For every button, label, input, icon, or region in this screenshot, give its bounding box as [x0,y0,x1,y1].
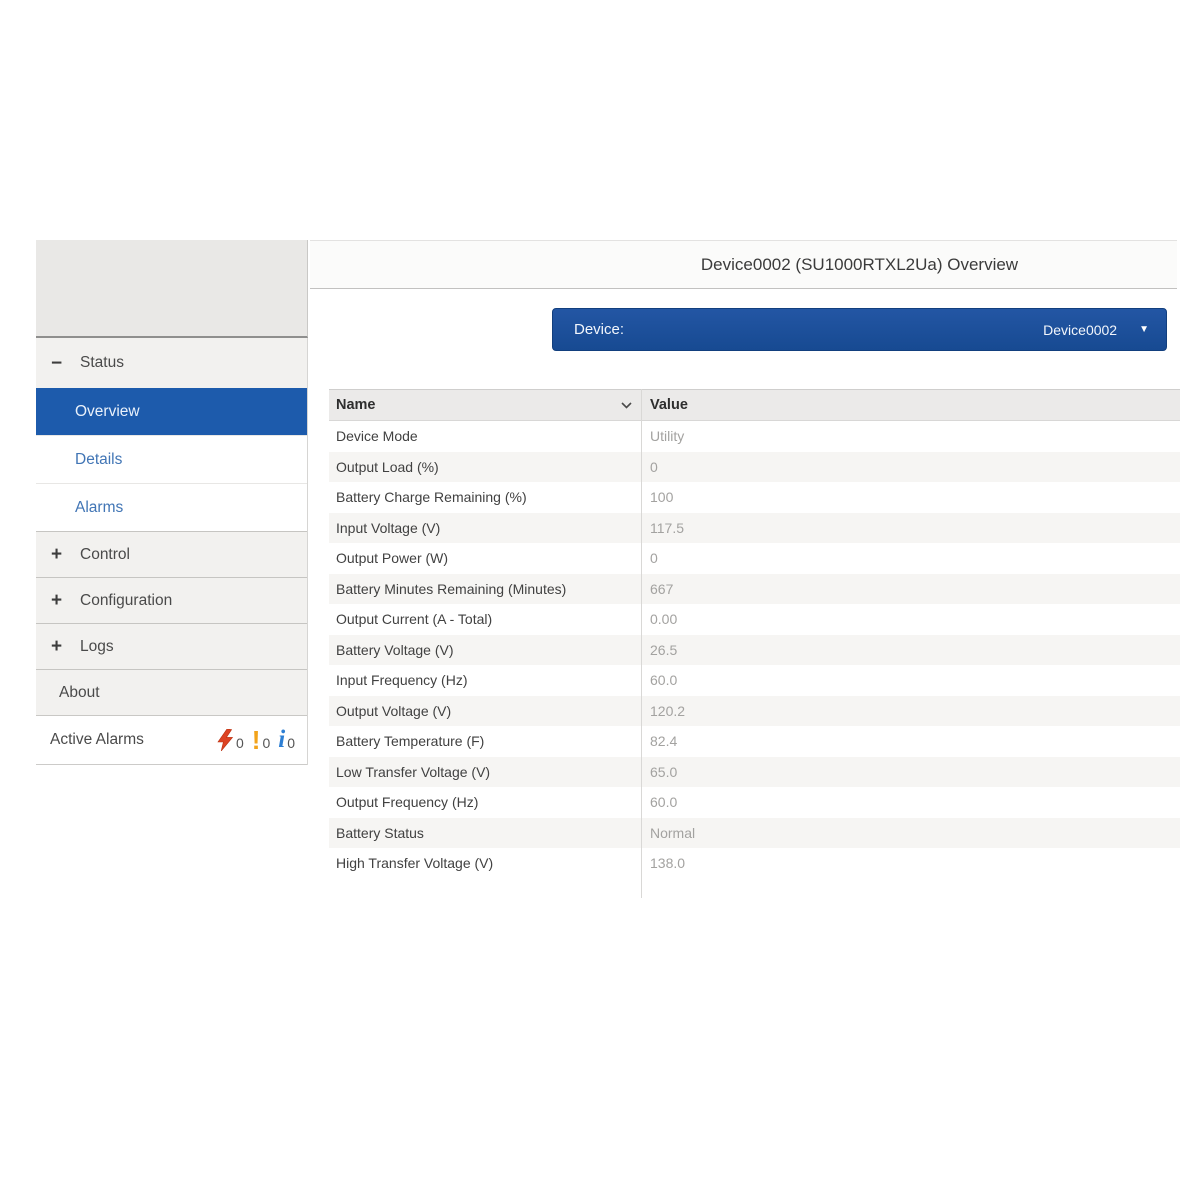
plus-icon: + [51,637,71,656]
minus-icon: − [51,354,71,373]
row-name: Output Voltage (V) [329,703,641,719]
device-selector-label: Device: [574,321,624,338]
row-value: Utility [641,428,1180,444]
active-alarms-label: Active Alarms [50,731,144,749]
sidebar-item-label: Status [80,354,124,372]
plus-icon: + [51,545,71,564]
row-value: 138.0 [641,855,1180,871]
sidebar-item-label: About [59,684,100,702]
row-value: 117.5 [641,520,1180,536]
critical-alarm-count: 0 [236,736,244,751]
sidebar-item-configuration[interactable]: + Configuration [36,577,307,623]
info-icon: i [278,729,285,751]
sidebar-subitem-label: Alarms [75,499,123,517]
row-value: Normal [641,825,1180,841]
device-selector-value: Device0002 [1043,322,1117,338]
row-value: 0 [641,550,1180,566]
row-name: Battery Temperature (F) [329,733,641,749]
table-row[interactable]: Output Load (%) 0 [329,452,1180,483]
device-selector[interactable]: Device: Device0002 ▼ [552,308,1167,351]
table-row[interactable]: Device Mode Utility [329,421,1180,452]
sidebar-item-label: Configuration [80,592,172,610]
table-row[interactable]: Battery Temperature (F) 82.4 [329,726,1180,757]
sidebar-item-about[interactable]: About [36,669,307,715]
table-row[interactable]: Battery Minutes Remaining (Minutes) 667 [329,574,1180,605]
app-window: − Status Overview Details Alarms + Contr… [0,0,1200,1200]
exclamation-icon: ! [252,729,261,751]
table-row[interactable]: Battery Charge Remaining (%) 100 [329,482,1180,513]
sidebar-item-label: Control [80,546,130,564]
sidebar-item-label: Logs [80,638,114,656]
sidebar-item-control[interactable]: + Control [36,531,307,577]
row-value: 0 [641,459,1180,475]
warning-alarm-counter: ! 0 [252,729,270,751]
row-name: Input Frequency (Hz) [329,672,641,688]
row-name: Device Mode [329,428,641,444]
row-name: Low Transfer Voltage (V) [329,764,641,780]
warning-alarm-count: 0 [262,736,270,751]
page-header: Device0002 (SU1000RTXL2Ua) Overview [310,240,1177,289]
row-name: Output Load (%) [329,459,641,475]
table-row[interactable]: Input Voltage (V) 117.5 [329,513,1180,544]
critical-alarm-counter: 0 [217,729,244,752]
row-name: Battery Voltage (V) [329,642,641,658]
row-value: 60.0 [641,794,1180,810]
column-divider [641,389,642,898]
column-header-label: Name [336,397,376,413]
row-value: 667 [641,581,1180,597]
sidebar-subitem-label: Overview [75,403,140,421]
active-alarm-counters: 0 ! 0 i 0 [209,729,295,752]
table-row[interactable]: Output Current (A - Total) 0.00 [329,604,1180,635]
info-alarm-count: 0 [287,736,295,751]
row-name: High Transfer Voltage (V) [329,855,641,871]
device-selector-value-group: Device0002 ▼ [1043,322,1149,338]
status-table: Name Value Device Mode Utility Output Lo… [329,389,1180,879]
column-header-value[interactable]: Value [641,397,1180,413]
sort-chevron-icon[interactable] [621,402,632,409]
table-row[interactable]: Output Power (W) 0 [329,543,1180,574]
row-name: Output Power (W) [329,550,641,566]
table-row[interactable]: Battery Voltage (V) 26.5 [329,635,1180,666]
sidebar-nav: − Status Overview Details Alarms + Contr… [36,338,308,765]
active-alarms-summary: Active Alarms 0 ! 0 i 0 [36,715,307,765]
column-header-name[interactable]: Name [329,397,641,413]
row-value: 120.2 [641,703,1180,719]
sidebar: − Status Overview Details Alarms + Contr… [36,240,308,765]
plus-icon: + [51,591,71,610]
sidebar-item-alarms[interactable]: Alarms [36,483,307,531]
table-row[interactable]: Output Frequency (Hz) 60.0 [329,787,1180,818]
row-value: 82.4 [641,733,1180,749]
page-title: Device0002 (SU1000RTXL2Ua) Overview [552,241,1167,288]
row-name: Battery Charge Remaining (%) [329,489,641,505]
table-row[interactable]: Battery Status Normal [329,818,1180,849]
sidebar-item-logs[interactable]: + Logs [36,623,307,669]
table-row[interactable]: High Transfer Voltage (V) 138.0 [329,848,1180,879]
table-header: Name Value [329,389,1180,421]
row-name: Input Voltage (V) [329,520,641,536]
row-value: 60.0 [641,672,1180,688]
dropdown-arrow-icon[interactable]: ▼ [1139,325,1149,335]
sidebar-item-details[interactable]: Details [36,435,307,483]
table-row[interactable]: Output Voltage (V) 120.2 [329,696,1180,727]
sidebar-item-status[interactable]: − Status [36,338,307,388]
row-value: 0.00 [641,611,1180,627]
row-name: Battery Minutes Remaining (Minutes) [329,581,641,597]
column-header-label: Value [650,397,688,413]
row-name: Output Frequency (Hz) [329,794,641,810]
sidebar-logo-area [36,240,308,338]
lightning-bolt-icon [217,729,234,751]
row-value: 100 [641,489,1180,505]
table-row[interactable]: Low Transfer Voltage (V) 65.0 [329,757,1180,788]
sidebar-item-overview[interactable]: Overview [36,388,307,435]
table-body: Device Mode Utility Output Load (%) 0 Ba… [329,421,1180,879]
row-name: Output Current (A - Total) [329,611,641,627]
row-value: 26.5 [641,642,1180,658]
table-row[interactable]: Input Frequency (Hz) 60.0 [329,665,1180,696]
row-name: Battery Status [329,825,641,841]
row-value: 65.0 [641,764,1180,780]
info-alarm-counter: i 0 [278,729,295,751]
sidebar-subitem-label: Details [75,451,122,469]
